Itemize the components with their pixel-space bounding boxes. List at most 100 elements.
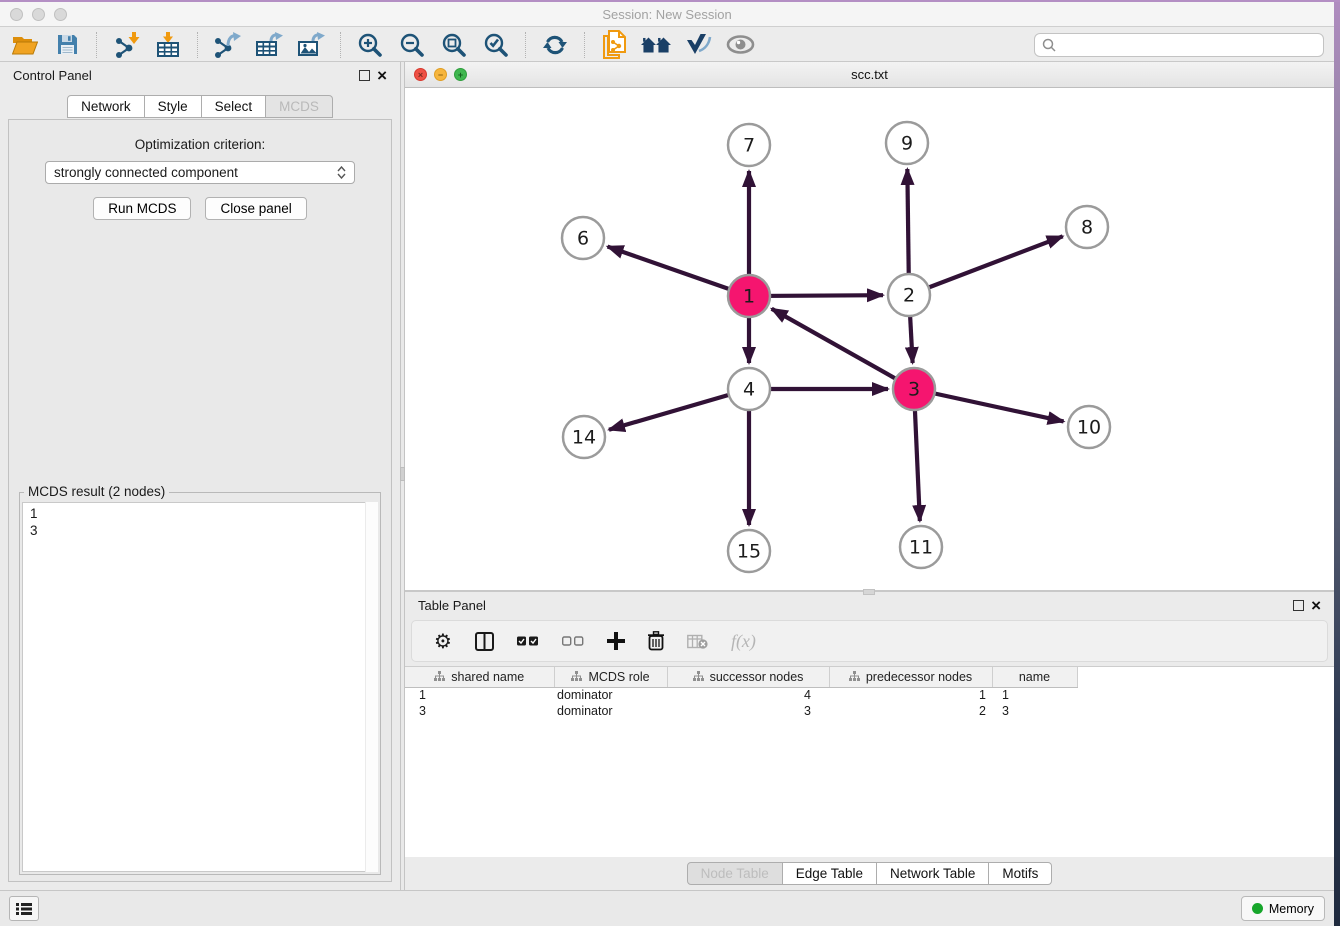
tab-node-table[interactable]: Node Table — [687, 862, 783, 885]
clone-network-icon — [602, 30, 627, 59]
memory-status-icon — [1252, 903, 1263, 914]
table-cell[interactable]: 1 — [829, 687, 992, 703]
close-table-panel-button[interactable]: × — [1311, 600, 1321, 611]
graph-node-label: 3 — [908, 379, 920, 401]
create-column-button[interactable] — [607, 626, 625, 656]
tab-motifs[interactable]: Motifs — [989, 862, 1052, 885]
export-table-icon — [255, 32, 283, 58]
graph-node-7[interactable]: 7 — [728, 124, 770, 166]
zoom-in-button[interactable] — [355, 31, 385, 59]
result-scrollbar[interactable] — [365, 502, 378, 872]
memory-label: Memory — [1269, 902, 1314, 916]
tab-network[interactable]: Network — [67, 95, 145, 118]
table-cell[interactable]: 2 — [829, 703, 992, 719]
tab-style[interactable]: Style — [145, 95, 202, 118]
float-panel-button[interactable] — [359, 70, 370, 81]
home-button[interactable] — [641, 31, 671, 59]
export-image-button[interactable] — [296, 31, 326, 59]
function-builder-button[interactable]: f(x) — [731, 626, 756, 656]
tab-mcds[interactable]: MCDS — [266, 95, 333, 118]
save-session-button[interactable] — [52, 31, 82, 59]
tab-network-table[interactable]: Network Table — [877, 862, 989, 885]
graph-edge-1-6[interactable] — [608, 247, 749, 296]
memory-button[interactable]: Memory — [1241, 896, 1325, 921]
table-settings-button[interactable]: ⚙ — [434, 626, 452, 656]
close-panel-icon-button[interactable]: × — [377, 70, 387, 81]
refresh-layout-button[interactable] — [540, 31, 570, 59]
graph-edge-2-8[interactable] — [909, 236, 1063, 295]
graph-edge-3-1[interactable] — [772, 309, 914, 389]
zoom-selected-button[interactable] — [481, 31, 511, 59]
delete-table-button[interactable] — [687, 626, 708, 656]
column-header-MCDS-role[interactable]: MCDS role — [554, 667, 667, 687]
network-zoom-button[interactable]: + — [454, 68, 467, 81]
show-columns-button[interactable] — [475, 626, 494, 656]
graph-node-15[interactable]: 15 — [728, 530, 770, 572]
table-cell[interactable]: 1 — [992, 687, 1077, 703]
network-minimize-button[interactable]: − — [434, 68, 447, 81]
window-title: Session: New Session — [0, 2, 1334, 27]
close-panel-button[interactable]: Close panel — [205, 197, 306, 220]
table-row[interactable]: 1dominator411 — [405, 687, 1077, 703]
table-cell[interactable]: 3 — [992, 703, 1077, 719]
graph-node-4[interactable]: 4 — [728, 368, 770, 410]
graph-node-2[interactable]: 2 — [888, 274, 930, 316]
node-attribute-table: shared nameMCDS rolesuccessor nodesprede… — [405, 667, 1078, 719]
close-window-button[interactable] — [10, 8, 23, 21]
graph-node-8[interactable]: 8 — [1066, 206, 1108, 248]
table-cell[interactable]: dominator — [554, 703, 667, 719]
network-canvas[interactable]: 1 2 3 4 6 7 8 9 10 11 14 15 — [405, 88, 1334, 590]
graph-node-14[interactable]: 14 — [563, 416, 605, 458]
column-header-predecessor-nodes[interactable]: predecessor nodes — [829, 667, 992, 687]
deselect-all-columns-button[interactable] — [562, 626, 584, 656]
zoom-out-button[interactable] — [397, 31, 427, 59]
table-cell[interactable]: 1 — [405, 687, 554, 703]
criterion-select[interactable]: strongly connected component — [45, 161, 355, 184]
search-input[interactable] — [1061, 37, 1316, 52]
zoom-window-button[interactable] — [54, 8, 67, 21]
float-table-panel-button[interactable] — [1293, 600, 1304, 611]
graph-edge-3-10[interactable] — [914, 389, 1064, 421]
graph-node-9[interactable]: 9 — [886, 122, 928, 164]
table-cell[interactable]: dominator — [554, 687, 667, 703]
horizontal-splitter-grip[interactable] — [863, 589, 875, 595]
graph-node-3[interactable]: 3 — [893, 368, 935, 410]
network-graph[interactable]: 1 2 3 4 6 7 8 9 10 11 14 15 — [405, 88, 1334, 590]
minimize-window-button[interactable] — [32, 8, 45, 21]
tab-select[interactable]: Select — [202, 95, 267, 118]
table-cell[interactable]: 4 — [667, 687, 829, 703]
graph-node-10[interactable]: 10 — [1068, 406, 1110, 448]
column-header-name[interactable]: name — [992, 667, 1077, 687]
graph-node-1[interactable]: 1 — [728, 275, 770, 317]
table-row[interactable]: 3dominator323 — [405, 703, 1077, 719]
task-history-button[interactable] — [9, 896, 39, 921]
right-column: × − + scc.txt 1234678910111415 — [405, 62, 1334, 890]
column-header-shared-name[interactable]: shared name — [405, 667, 554, 687]
graph-node-11[interactable]: 11 — [900, 526, 942, 568]
run-mcds-button[interactable]: Run MCDS — [93, 197, 191, 220]
network-close-button[interactable]: × — [414, 68, 427, 81]
graph-node-6[interactable]: 6 — [562, 217, 604, 259]
import-table-button[interactable] — [153, 31, 183, 59]
open-file-button[interactable] — [10, 31, 40, 59]
import-network-button[interactable] — [111, 31, 141, 59]
hide-details-button[interactable] — [683, 31, 713, 59]
show-details-button[interactable] — [725, 31, 755, 59]
table-cell[interactable]: 3 — [405, 703, 554, 719]
checked-boxes-icon — [517, 636, 539, 646]
column-header-successor-nodes[interactable]: successor nodes — [667, 667, 829, 687]
tab-edge-table[interactable]: Edge Table — [783, 862, 877, 885]
delete-column-button[interactable] — [648, 626, 664, 656]
mcds-result-list[interactable]: 13 — [22, 502, 378, 872]
clone-network-button[interactable] — [599, 31, 629, 59]
zoom-in-icon — [357, 32, 383, 58]
table-panel: Table Panel × ⚙ — [405, 592, 1334, 890]
table-cell[interactable]: 3 — [667, 703, 829, 719]
export-table-button[interactable] — [254, 31, 284, 59]
select-all-columns-button[interactable] — [517, 626, 539, 656]
table-panel-title: Table Panel — [418, 598, 486, 613]
export-network-button[interactable] — [212, 31, 242, 59]
fit-content-button[interactable] — [439, 31, 469, 59]
graph-node-label: 11 — [909, 537, 933, 559]
search-box[interactable] — [1034, 33, 1324, 57]
